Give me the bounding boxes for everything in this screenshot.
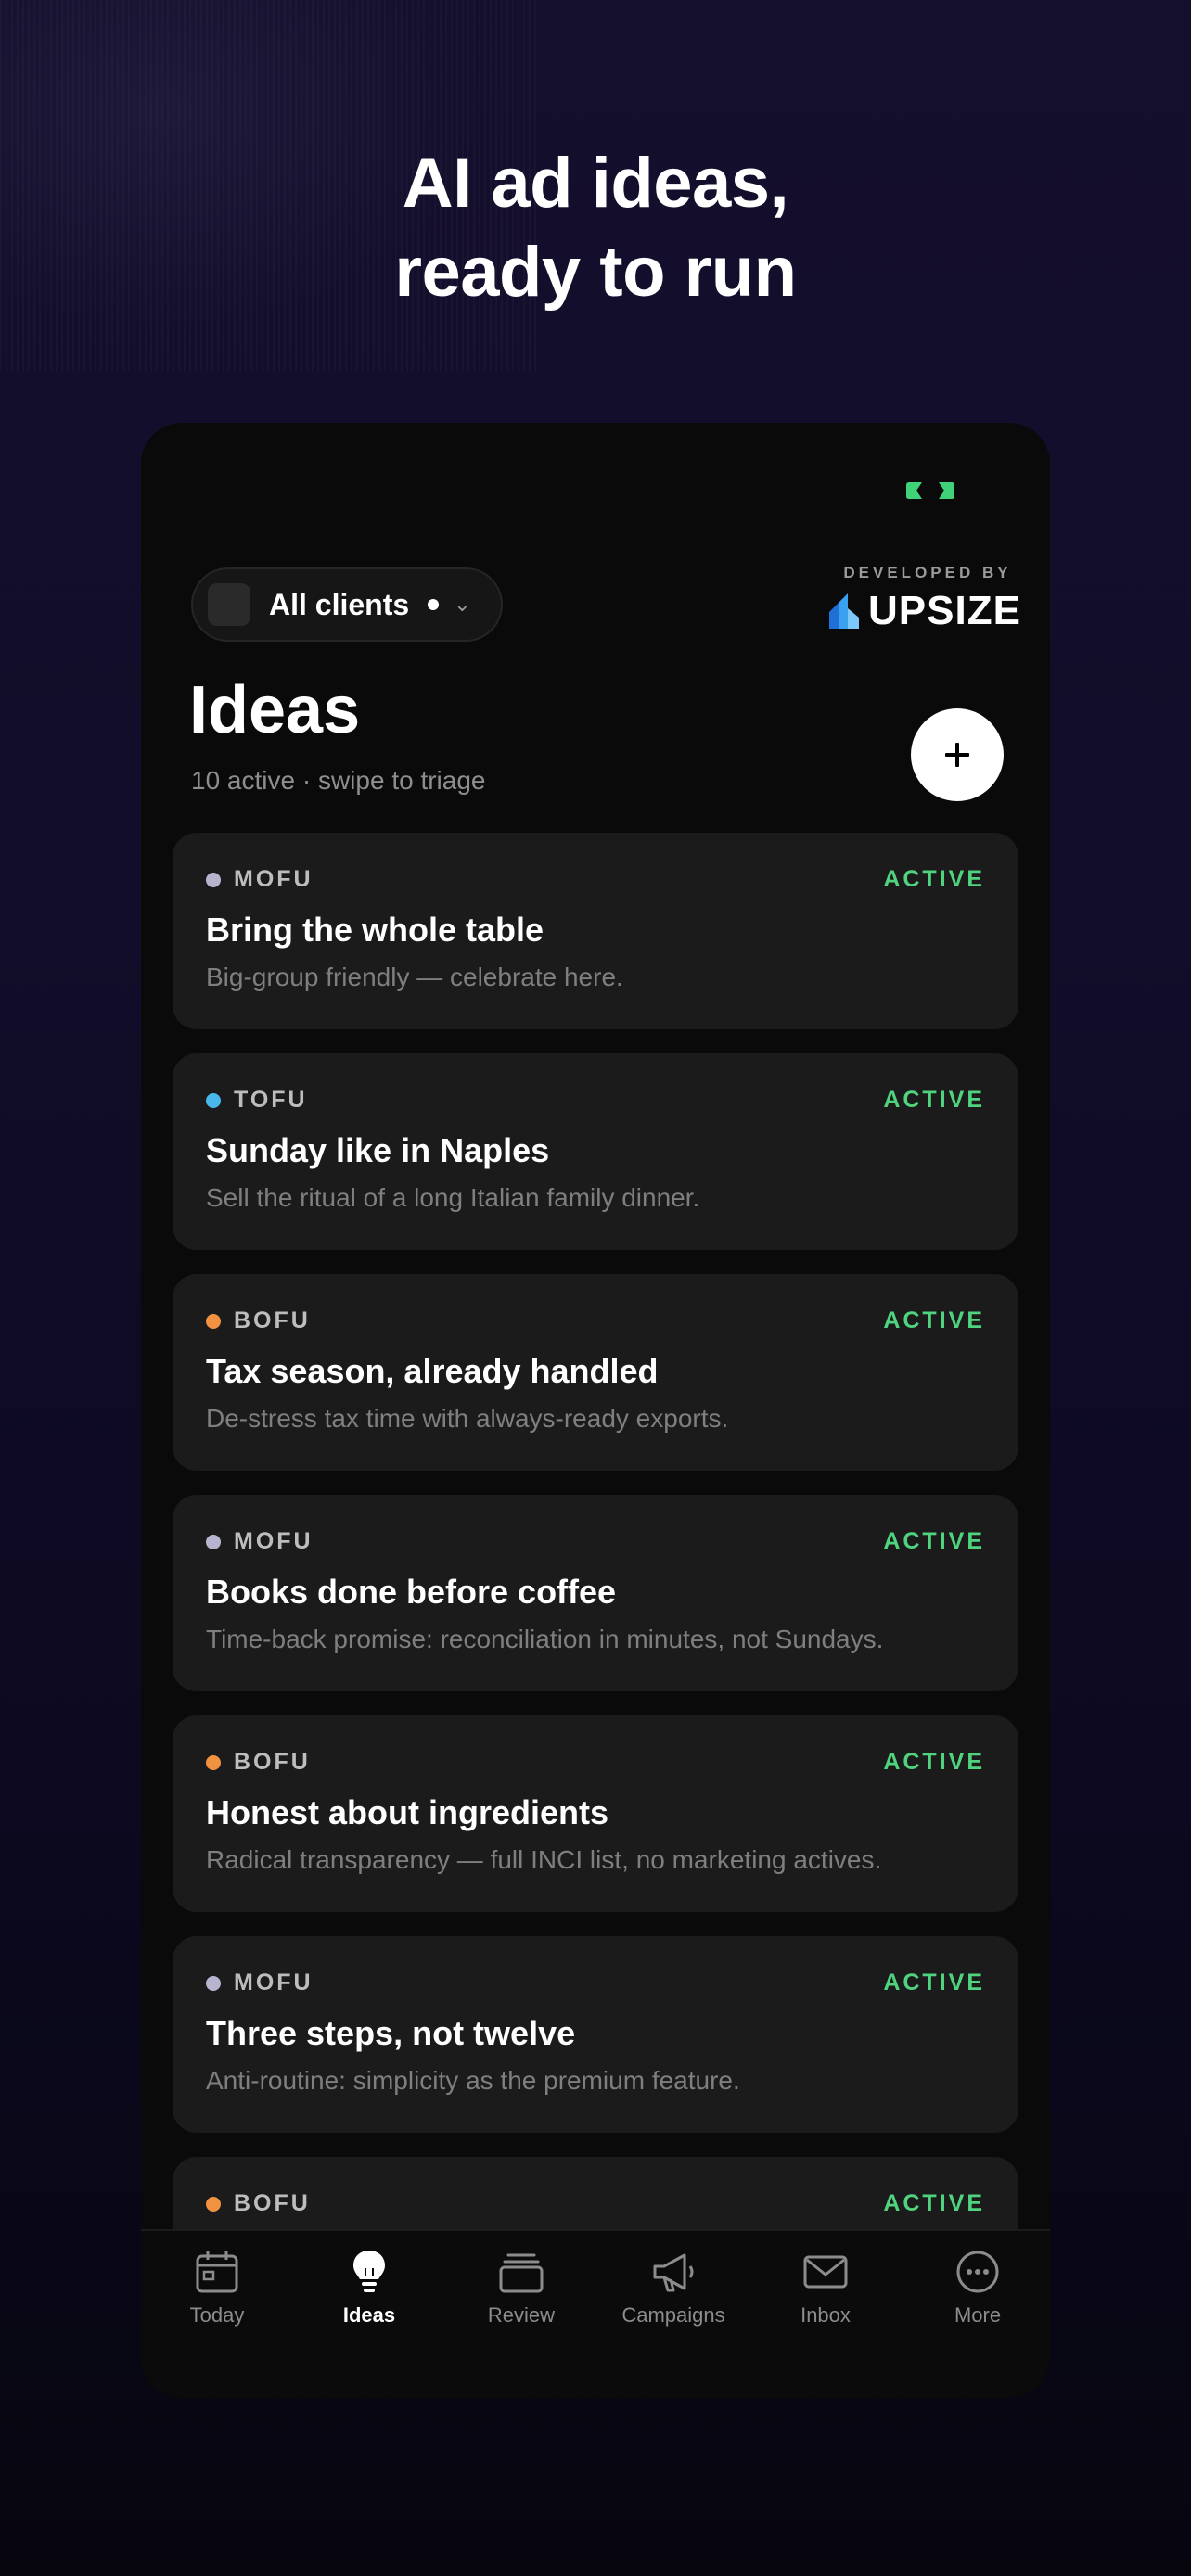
status-badge: ACTIVE bbox=[883, 1970, 985, 1996]
tab-label: More bbox=[954, 2303, 1002, 2327]
lightbulb-icon bbox=[353, 2251, 385, 2292]
idea-title: Books done before coffee bbox=[206, 1573, 617, 1611]
idea-title: Tax season, already handled bbox=[206, 1352, 659, 1390]
megaphone-icon bbox=[653, 2253, 694, 2292]
idea-card[interactable]: MOFU ACTIVE Three steps, not twelve Anti… bbox=[173, 1936, 1018, 2133]
tab-ideas[interactable]: Ideas bbox=[293, 2248, 445, 2340]
stage-dot bbox=[206, 1754, 221, 1770]
stage-label: MOFU bbox=[234, 1970, 314, 1996]
tab-more[interactable]: More bbox=[902, 2248, 1050, 2340]
client-indicator-dot bbox=[428, 599, 440, 610]
idea-description: Time-back promise: reconciliation in min… bbox=[206, 1625, 884, 1653]
tab-label: Campaigns bbox=[621, 2303, 725, 2327]
upsize-logo-icon bbox=[829, 593, 859, 629]
stage-dot bbox=[206, 872, 221, 887]
add-idea-button[interactable] bbox=[911, 708, 1004, 801]
idea-card[interactable]: BOFU ACTIVE Honest about ingredients Rad… bbox=[173, 1715, 1018, 1912]
idea-description: De-stress tax time with always-ready exp… bbox=[206, 1404, 729, 1433]
stage-label: MOFU bbox=[234, 1528, 314, 1554]
stage-dot bbox=[206, 1313, 221, 1329]
headline: AI ad ideas, ready to run bbox=[0, 139, 1191, 317]
funnel-stage: MOFU bbox=[206, 866, 314, 893]
stage-dot bbox=[206, 1092, 221, 1108]
developed-by-label: DEVELOPED BY bbox=[843, 564, 1012, 581]
status-badge: ACTIVE bbox=[883, 1528, 985, 1554]
idea-title: Bring the whole table bbox=[206, 911, 544, 949]
funnel-stage: BOFU bbox=[206, 2190, 311, 2217]
idea-description: Radical transparency — full INCI list, n… bbox=[206, 1845, 882, 1874]
client-avatar bbox=[208, 583, 250, 626]
status-badge: ACTIVE bbox=[883, 866, 985, 892]
funnel-stage: MOFU bbox=[206, 1970, 314, 1996]
stage-label: BOFU bbox=[234, 1749, 311, 1775]
stage-dot bbox=[206, 2196, 221, 2212]
battery-icon bbox=[906, 482, 954, 499]
idea-title: Honest about ingredients bbox=[206, 1793, 609, 1831]
idea-title: Sunday like in Naples bbox=[206, 1131, 550, 1169]
headline-line-1: AI ad ideas, bbox=[402, 144, 789, 223]
stage-dot bbox=[206, 1975, 221, 1991]
funnel-stage: BOFU bbox=[206, 1307, 311, 1334]
status-badge: ACTIVE bbox=[883, 1749, 985, 1775]
status-badge: ACTIVE bbox=[883, 2190, 985, 2216]
funnel-stage: TOFU bbox=[206, 1087, 308, 1114]
stage-label: BOFU bbox=[234, 1307, 311, 1333]
status-badge: ACTIVE bbox=[883, 1307, 985, 1333]
tab-review[interactable]: Review bbox=[445, 2248, 597, 2340]
idea-card[interactable]: MOFU ACTIVE Books done before coffee Tim… bbox=[173, 1495, 1018, 1691]
chevron-down-icon: ⌄ bbox=[454, 593, 471, 616]
tab-today[interactable]: Today bbox=[141, 2248, 293, 2340]
client-selector-label: All clients bbox=[269, 587, 410, 621]
page-subtitle: 10 active · swipe to triage bbox=[191, 766, 486, 795]
stage-dot bbox=[206, 1534, 221, 1549]
idea-card[interactable]: MOFU ACTIVE Bring the whole table Big-gr… bbox=[173, 833, 1018, 1029]
tab-bar: Today Ideas Review Campaigns Inbox More bbox=[141, 2229, 1050, 2398]
stage-label: BOFU bbox=[234, 2190, 311, 2216]
idea-card[interactable]: BOFU ACTIVE Tax season, already handled … bbox=[173, 1274, 1018, 1471]
idea-title: Three steps, not twelve bbox=[206, 2014, 576, 2052]
status-badge: ACTIVE bbox=[883, 1087, 985, 1113]
mail-icon bbox=[803, 2255, 848, 2289]
tab-campaigns[interactable]: Campaigns bbox=[597, 2248, 749, 2340]
client-selector[interactable]: All clients ⌄ bbox=[191, 567, 503, 642]
idea-description: Anti-routine: simplicity as the premium … bbox=[206, 2066, 740, 2095]
stack-icon bbox=[499, 2253, 544, 2293]
funnel-stage: BOFU bbox=[206, 1749, 311, 1776]
tab-label: Inbox bbox=[800, 2303, 851, 2327]
stage-label: MOFU bbox=[234, 866, 314, 892]
idea-description: Sell the ritual of a long Italian family… bbox=[206, 1183, 700, 1212]
headline-line-2: ready to run bbox=[394, 233, 797, 312]
phone-screen: All clients ⌄ DEVELOPED BY UPSIZE Ideas … bbox=[141, 423, 1050, 2398]
tab-inbox[interactable]: Inbox bbox=[749, 2248, 902, 2340]
tab-label: Review bbox=[487, 2303, 556, 2327]
funnel-stage: MOFU bbox=[206, 1528, 314, 1555]
idea-card[interactable]: TOFU ACTIVE Sunday like in Naples Sell t… bbox=[173, 1053, 1018, 1250]
page-title: Ideas bbox=[189, 673, 361, 747]
plus-icon bbox=[945, 743, 969, 767]
calendar-icon bbox=[196, 2251, 238, 2293]
brand-logo: UPSIZE bbox=[826, 588, 1021, 634]
more-icon bbox=[956, 2251, 999, 2293]
tab-label: Today bbox=[189, 2303, 245, 2327]
tab-label: Ideas bbox=[342, 2303, 396, 2327]
brand-name: UPSIZE bbox=[868, 588, 1021, 633]
stage-label: TOFU bbox=[234, 1087, 308, 1113]
idea-description: Big-group friendly — celebrate here. bbox=[206, 963, 623, 991]
